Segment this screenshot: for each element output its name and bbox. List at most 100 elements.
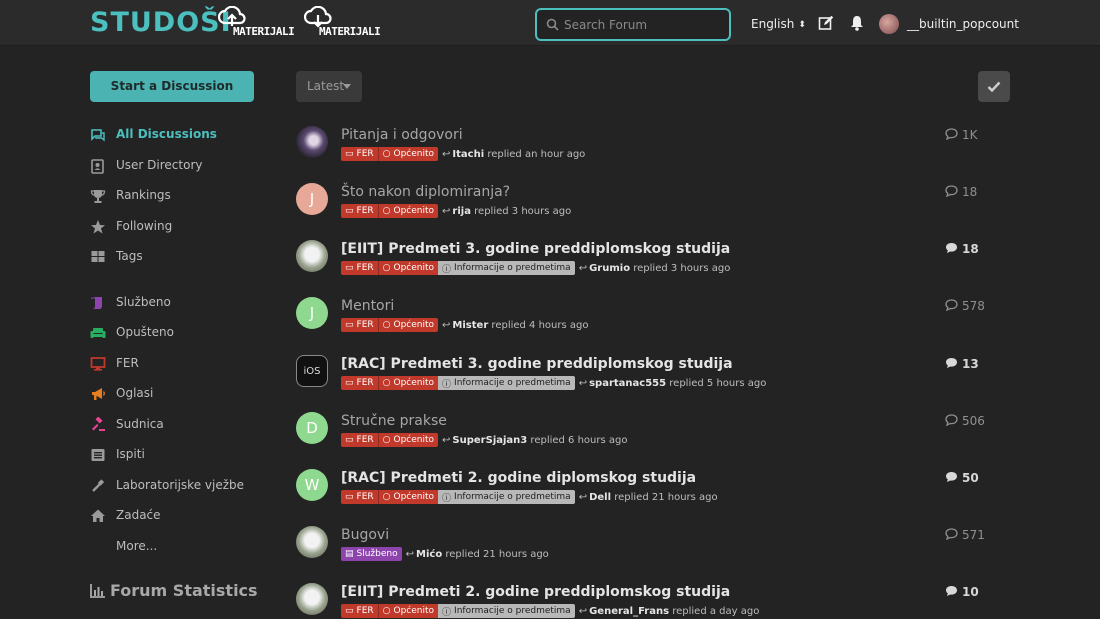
sort-dropdown[interactable]: Latest: [296, 71, 362, 102]
circle-icon: ○: [382, 320, 391, 330]
tag-label: Službeno: [356, 549, 398, 559]
discussion-item[interactable]: J Što nakon diplomiranja? ▭ FER ○ Općenito ↩ ri…: [296, 183, 1010, 233]
nav-following[interactable]: Following: [90, 217, 270, 237]
tag-label: Općenito: [393, 606, 435, 616]
author-avatar[interactable]: W: [296, 469, 328, 501]
compose-icon[interactable]: [818, 15, 834, 31]
discussion-title[interactable]: Mentori: [341, 298, 394, 314]
tag-fer[interactable]: ▭ FER: [341, 490, 378, 504]
nav-label: User Directory: [116, 158, 203, 172]
nav-opusteno[interactable]: Opušteno: [90, 323, 270, 343]
language-selector[interactable]: English ⬍: [751, 17, 806, 31]
discussion-title[interactable]: [EIIT] Predmeti 2. godine preddiplomskog…: [341, 584, 730, 600]
tag-opcenito[interactable]: ○ Općenito: [377, 318, 439, 332]
discussion-title[interactable]: [RAC] Predmeti 2. godine diplomskog stud…: [341, 470, 696, 486]
tag-opcenito[interactable]: ○ Općenito: [377, 147, 439, 161]
author-avatar[interactable]: [296, 526, 328, 558]
tag-opcenito[interactable]: ○ Općenito: [377, 261, 439, 275]
tag-opcenito[interactable]: ○ Općenito: [377, 433, 439, 447]
tag-fer[interactable]: ▭ FER: [341, 376, 378, 390]
nav-tags[interactable]: Tags: [90, 247, 270, 267]
discussion-title[interactable]: Bugovi: [341, 527, 389, 543]
discussion-item[interactable]: W [RAC] Predmeti 2. godine diplomskog stu…: [296, 469, 1010, 519]
nav-sluzbeno[interactable]: Službeno: [90, 293, 270, 313]
materijali-link-1[interactable]: MATERIJALI: [218, 6, 295, 40]
author-avatar[interactable]: [296, 126, 328, 158]
discussion-title[interactable]: [RAC] Predmeti 3. godine preddiplomskog …: [341, 356, 733, 372]
tag-fer[interactable]: ▭ FER: [341, 147, 378, 161]
discussion-item[interactable]: D Stručne prakse ▭ FER ○ Općenito ↩ SuperSjajan…: [296, 412, 1010, 462]
reply-username[interactable]: rija: [452, 206, 471, 217]
reply-username[interactable]: General_Frans: [589, 606, 669, 617]
reply-username[interactable]: Mićo: [416, 549, 442, 560]
tag-fer[interactable]: ▭ FER: [341, 604, 378, 618]
materijali-link-2[interactable]: MATERIJALI: [304, 6, 381, 40]
reply-username[interactable]: Itachi: [452, 149, 484, 160]
tag-fer[interactable]: ▭ FER: [341, 433, 378, 447]
user-avatar[interactable]: [879, 14, 899, 34]
discussion-item[interactable]: J Mentori ▭ FER ○ Općenito ↩ Mister replied 4 h…: [296, 297, 1010, 347]
discussion-item[interactable]: iOS [RAC] Predmeti 3. godine preddiplomsk…: [296, 355, 1010, 405]
reply-time: replied 21 hours ago: [611, 491, 718, 503]
tag-label: Općenito: [393, 263, 435, 273]
nav-zadace[interactable]: Zadaće: [90, 506, 270, 526]
author-avatar[interactable]: J: [296, 183, 328, 215]
tag-informacije[interactable]: ⓘ Informacije o predmetima: [438, 376, 575, 390]
megaphone-icon: [92, 388, 105, 400]
reply-count-value: 50: [962, 471, 979, 485]
comment-outline-icon: [945, 128, 962, 142]
nav-all-discussions[interactable]: All Discussions: [90, 125, 270, 145]
tag-opcenito[interactable]: ○ Općenito: [377, 204, 439, 218]
tag-informacije[interactable]: ⓘ Informacije o predmetima: [438, 604, 575, 618]
discussion-item[interactable]: [EIIT] Predmeti 3. godine preddiplomskog…: [296, 240, 1010, 290]
circle-icon: ○: [382, 606, 391, 616]
author-avatar[interactable]: J: [296, 297, 328, 329]
discussion-title[interactable]: Stručne prakse: [341, 413, 447, 429]
tag-fer[interactable]: ▭ FER: [341, 318, 378, 332]
nav-label: Laboratorijske vježbe: [116, 478, 245, 492]
tag-opcenito[interactable]: ○ Općenito: [377, 376, 439, 390]
discussion-item[interactable]: Bugovi ▤ Službeno ↩ Mićo replied 21 hours ag…: [296, 526, 1010, 576]
author-avatar[interactable]: iOS: [296, 355, 328, 387]
bell-icon[interactable]: [850, 15, 864, 31]
reply-time: replied 3 hours ago: [630, 262, 731, 274]
scroll-icon: ▤: [345, 549, 354, 559]
comments-icon: [91, 129, 105, 142]
tag-sluzbeno[interactable]: ▤ Službeno: [341, 547, 402, 561]
reply-username[interactable]: Mister: [452, 320, 488, 331]
tag-fer[interactable]: ▭ FER: [341, 261, 378, 275]
start-discussion-button[interactable]: Start a Discussion: [90, 71, 254, 102]
author-avatar[interactable]: [296, 583, 328, 615]
search-box[interactable]: [535, 8, 731, 41]
nav-label: Tags: [116, 249, 143, 263]
discussion-item[interactable]: Pitanja i odgovori ▭ FER ○ Općenito ↩ Itachi r…: [296, 126, 1010, 176]
username[interactable]: __builtin_popcount: [907, 17, 1019, 31]
mark-all-read-button[interactable]: [978, 71, 1010, 102]
author-avatar[interactable]: [296, 240, 328, 272]
reply-username[interactable]: SuperSjajan3: [452, 435, 527, 446]
nav-fer[interactable]: FER: [90, 354, 270, 374]
tag-opcenito[interactable]: ○ Općenito: [377, 490, 439, 504]
tag-informacije[interactable]: ⓘ Informacije o predmetima: [438, 261, 575, 275]
tag-fer[interactable]: ▭ FER: [341, 204, 378, 218]
reply-username[interactable]: Grumio: [589, 263, 630, 274]
discussion-title[interactable]: [EIIT] Predmeti 3. godine preddiplomskog…: [341, 241, 730, 257]
reply-username[interactable]: Dell: [589, 492, 611, 503]
nav-sudnica[interactable]: Sudnica: [90, 415, 270, 435]
nav-rankings[interactable]: Rankings: [90, 186, 270, 206]
discussion-item[interactable]: [EIIT] Predmeti 2. godine preddiplomskog…: [296, 583, 1010, 619]
discussion-title[interactable]: Što nakon diplomiranja?: [341, 184, 510, 200]
search-input[interactable]: [564, 16, 724, 34]
nav-oglasi[interactable]: Oglasi: [90, 384, 270, 404]
nav-ispiti[interactable]: Ispiti: [90, 445, 270, 465]
author-avatar[interactable]: D: [296, 412, 328, 444]
site-logo[interactable]: STUDOŠI: [90, 7, 232, 38]
discussion-title[interactable]: Pitanja i odgovori: [341, 127, 463, 143]
nav-laboratorijske-vjezbe[interactable]: Laboratorijske vježbe: [90, 476, 270, 496]
nav-more[interactable]: More...: [90, 537, 270, 557]
reply-username[interactable]: spartanac555: [589, 378, 666, 389]
list-icon: [91, 449, 105, 461]
tag-informacije[interactable]: ⓘ Informacije o predmetima: [438, 490, 575, 504]
nav-user-directory[interactable]: User Directory: [90, 156, 270, 176]
tag-opcenito[interactable]: ○ Općenito: [377, 604, 439, 618]
